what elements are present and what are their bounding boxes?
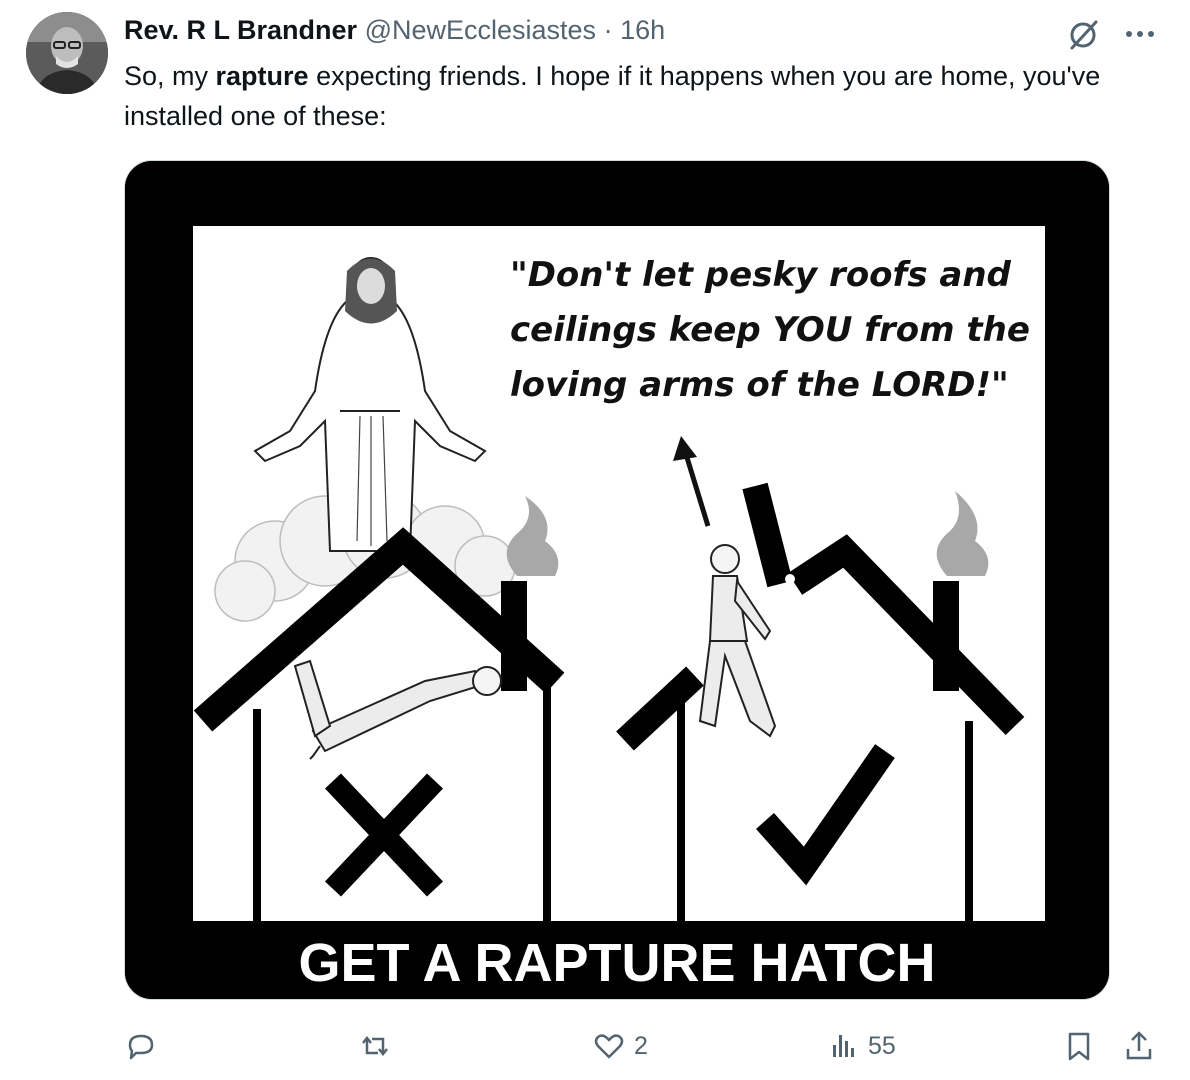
image-banner: GET A RAPTURE HATCH [299,933,936,993]
display-name[interactable]: Rev. R L Brandner [124,15,357,45]
image-quote-line-3: loving arms of the LORD!" [510,365,1009,405]
handle[interactable]: @NewEcclesiastes [365,15,596,45]
grok-icon[interactable] [1066,16,1102,52]
image-quote-line-1: "Don't let pesky roofs and [510,255,1012,295]
separator-dot: · [603,15,613,45]
tweet-text-start: So, my [124,61,216,91]
timestamp[interactable]: 16h [620,15,665,45]
reply-button[interactable] [124,1024,166,1068]
tweet[interactable]: Rev. R L Brandner @NewEcclesiastes · 16h… [0,0,1190,1080]
like-button[interactable]: 2 [592,1024,648,1068]
share-button[interactable] [1122,1024,1156,1068]
views-icon [833,1035,854,1057]
tweet-image[interactable]: "Don't let pesky roofs and ceilings keep… [124,160,1110,1000]
avatar[interactable] [26,12,108,94]
action-bar: 2 55 [0,1020,1190,1072]
repost-icon [362,1035,388,1057]
views-count: 55 [868,1031,896,1060]
share-icon [1126,1031,1152,1060]
tweet-text: So, my rapture expecting friends. I hope… [124,56,1164,136]
heart-icon [594,1034,624,1059]
tweet-header: Rev. R L Brandner @NewEcclesiastes · 16h [124,12,665,48]
more-icon[interactable] [1120,22,1160,46]
reply-icon [128,1034,154,1060]
bookmark-button[interactable] [1062,1024,1096,1068]
image-quote-line-2: ceilings keep YOU from the [510,310,1030,350]
like-count: 2 [634,1031,648,1060]
tweet-text-bold[interactable]: rapture [216,61,309,91]
repost-button[interactable] [358,1024,400,1068]
bookmark-icon [1068,1032,1090,1061]
views-button[interactable]: 55 [826,1024,896,1068]
